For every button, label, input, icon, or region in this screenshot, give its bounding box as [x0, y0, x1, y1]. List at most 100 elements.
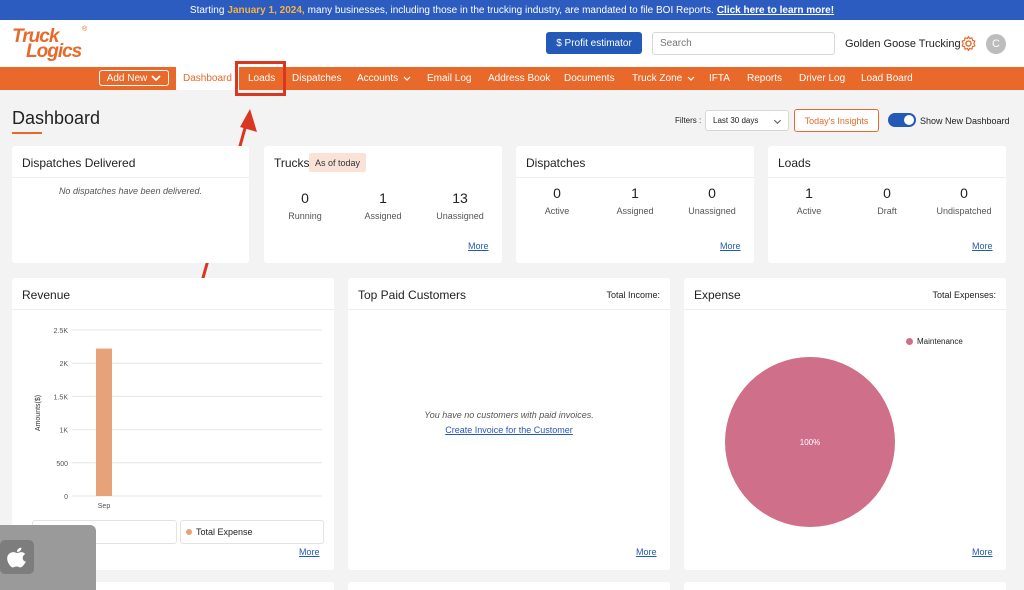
nav-email-log[interactable]: Email Log	[427, 67, 471, 90]
legend-swatch	[906, 338, 913, 345]
stat-label: Active	[544, 206, 570, 216]
profit-estimator-button[interactable]: $ Profit estimator	[546, 32, 642, 54]
add-new-button[interactable]: Add New	[99, 70, 169, 86]
stat-label: Assigned	[616, 206, 654, 216]
loads-card: Loads 1 Active 0 Draft 0 Undispatched Mo…	[768, 146, 1006, 263]
legend-total-expense[interactable]: Total Expense	[180, 520, 324, 544]
stat-label: Assigned	[364, 211, 402, 221]
company-name[interactable]: Golden Goose Trucking	[845, 38, 961, 50]
trucks-card: Trucks As of today 0 Running 1 Assigned …	[264, 146, 502, 263]
apple-logo-icon	[7, 547, 26, 568]
show-new-dashboard-label: Show New Dashboard	[920, 116, 1010, 126]
nav-dashboard[interactable]: Dashboard	[176, 67, 239, 90]
nav-accounts[interactable]: Accounts	[357, 67, 411, 90]
as-of-today-badge: As of today	[309, 153, 367, 172]
create-invoice-link[interactable]: Create Invoice for the Customer	[348, 425, 670, 435]
expense-card: Expense Total Expenses: 100% More	[684, 278, 1006, 570]
stat-assigned: 1 Assigned	[595, 185, 675, 216]
banner-date: January 1, 2024,	[227, 4, 305, 16]
nav-truck-zone-label: Truck Zone	[632, 73, 683, 84]
stat-undispatched: 0 Undispatched	[924, 185, 1004, 216]
more-link[interactable]: More	[972, 547, 993, 557]
date-range-select[interactable]: Last 30 days	[705, 110, 789, 131]
title-underline	[12, 132, 42, 134]
card-title: Trucks	[274, 156, 310, 170]
search-input[interactable]	[652, 32, 835, 55]
stat-value: 0	[960, 185, 968, 201]
card-title: Dispatches Delivered	[22, 156, 136, 170]
show-new-dashboard-toggle[interactable]	[888, 113, 916, 127]
divider	[768, 177, 1006, 178]
more-link[interactable]: More	[636, 547, 657, 557]
bottom-card-3	[684, 582, 1006, 590]
stat-active: 1 Active	[769, 185, 849, 216]
card-title: Loads	[778, 156, 811, 170]
divider	[12, 177, 249, 178]
nav-address-book[interactable]: Address Book	[488, 67, 550, 90]
stat-value: 0	[553, 185, 561, 201]
nav-ifta[interactable]: IFTA	[709, 67, 730, 90]
nav-truck-zone[interactable]: Truck Zone	[632, 67, 695, 90]
stat-label: Undispatched	[936, 206, 992, 216]
trucklogics-logo[interactable]: Truck Logics ®	[12, 26, 92, 62]
add-new-label: Add New	[106, 72, 148, 84]
nav-dispatches[interactable]: Dispatches	[292, 67, 341, 90]
card-title: Dispatches	[526, 156, 586, 170]
y-tick-label: 0	[64, 494, 68, 501]
stat-value: 0	[883, 185, 891, 201]
stat-value: 1	[631, 185, 639, 201]
top-paid-customers-card: Top Paid Customers Total Income: You hav…	[348, 278, 670, 570]
legend-maintenance[interactable]: Maintenance	[906, 337, 963, 346]
nav-accounts-label: Accounts	[357, 73, 399, 84]
y-tick-label: 1.5K	[54, 394, 69, 401]
card-title: Top Paid Customers	[358, 288, 467, 302]
more-link[interactable]: More	[972, 241, 993, 251]
nav-load-board[interactable]: Load Board	[861, 67, 913, 90]
stat-running: 0 Running	[265, 190, 345, 221]
logo-registered: ®	[82, 26, 88, 33]
filters-label: Filters :	[675, 116, 702, 125]
more-link[interactable]: More	[468, 241, 489, 251]
stat-assigned: 1 Assigned	[343, 190, 423, 221]
stat-value: 0	[301, 190, 309, 206]
y-tick-label: 2K	[59, 361, 68, 368]
banner-learn-more-link[interactable]: Click here to learn more!	[717, 5, 834, 16]
divider	[516, 177, 754, 178]
top-header: Truck Logics ® $ Profit estimator Golden…	[0, 20, 1024, 67]
empty-message: No dispatches have been delivered.	[58, 186, 203, 196]
dispatches-card: Dispatches 0 Active 1 Assigned 0 Unassig…	[516, 146, 754, 263]
y-tick-label: 500	[56, 461, 68, 468]
banner-text: many businesses, including those in the …	[307, 4, 714, 16]
pie-data-label: 100%	[800, 438, 820, 447]
nav-driver-log[interactable]: Driver Log	[799, 67, 845, 90]
legend-swatch	[186, 529, 192, 535]
gear-icon[interactable]	[960, 35, 977, 52]
logo-line2: Logics	[26, 41, 82, 62]
stat-unassigned: 13 Unassigned	[420, 190, 500, 221]
apple-icon[interactable]	[0, 540, 34, 574]
bar-sep[interactable]	[96, 348, 112, 496]
main-nav: Add New Dashboard Loads Dispatches Accou…	[0, 67, 1024, 90]
announcement-banner: Starting January 1, 2024, many businesse…	[0, 0, 1024, 20]
legend-label: Total Expense	[196, 527, 253, 537]
legend-label: Maintenance	[917, 337, 963, 346]
avatar[interactable]: C	[986, 34, 1006, 54]
chevron-down-icon	[687, 76, 695, 81]
y-tick-label: 2.5K	[54, 328, 69, 335]
stat-value: 13	[452, 190, 468, 206]
stat-label: Unassigned	[436, 211, 484, 221]
stat-label: Running	[288, 211, 322, 221]
more-link[interactable]: More	[299, 547, 320, 557]
nav-documents[interactable]: Documents	[564, 67, 615, 90]
stat-label: Draft	[877, 206, 897, 216]
loads-highlight-box	[235, 61, 286, 96]
empty-message: You have no customers with paid invoices…	[424, 410, 594, 420]
nav-reports[interactable]: Reports	[747, 67, 782, 90]
page-title: Dashboard	[12, 108, 101, 128]
dispatches-delivered-card: Dispatches Delivered No dispatches have …	[12, 146, 249, 263]
stat-value: 1	[805, 185, 813, 201]
bottom-card-2	[348, 582, 670, 590]
chevron-down-icon	[403, 76, 411, 81]
more-link[interactable]: More	[720, 241, 741, 251]
todays-insights-button[interactable]: Today's Insights	[794, 109, 879, 132]
